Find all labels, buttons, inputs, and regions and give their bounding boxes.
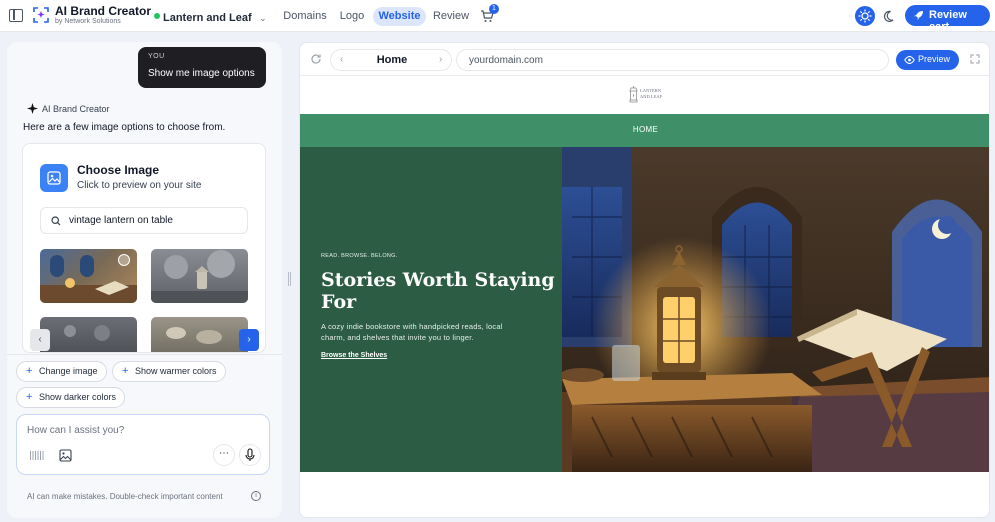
hero-description-line1: A cozy indie bookstore with handpicked r… [321,322,503,331]
card-title: Choose Image [77,163,160,177]
hero-cta-link[interactable]: Browse the Shelves [321,352,387,359]
page-selector[interactable]: ‹ Home › [330,49,452,71]
sparkle-icon [27,103,38,114]
project-selector[interactable]: Lantern and Leaf ⌄ [163,8,267,24]
microphone-button[interactable] [239,444,261,466]
eye-icon [904,55,915,65]
top-bar: AI Brand Creator by Network Solutions La… [0,0,995,33]
hero-headline-line2: For [321,291,357,313]
image-option-thumbnail[interactable] [40,249,137,303]
lantern-logo-icon [629,86,638,103]
sidebar-toggle-icon[interactable] [9,9,23,22]
image-option-thumbnail[interactable] [151,249,248,303]
image-search-input[interactable]: vintage lantern on table [40,207,248,234]
nav-tab-logo[interactable]: Logo [336,7,368,26]
review-cart-label: Review cart [929,9,967,33]
selected-check-icon [118,254,130,266]
nav-tab-website[interactable]: Website [373,7,426,26]
image-option-thumbnail[interactable] [151,317,248,352]
bot-name: AI Brand Creator [42,104,110,114]
panel-resize-handle[interactable] [288,272,291,286]
hero-description-line2: charm, and shelves that invite you to li… [321,333,474,342]
app-title: AI Brand Creator [55,4,152,18]
chevron-right-icon[interactable]: › [439,54,442,65]
logo-text-line1: LANTERN [640,88,661,93]
message-input[interactable]: How can I assist you? [27,425,257,436]
suggestion-label: Show darker colors [39,392,117,402]
review-cart-button[interactable]: Review cart [905,5,990,33]
address-bar[interactable]: yourdomain.com [456,49,889,71]
site-logo: LANTERN AND LEAF [629,85,663,105]
user-message-bubble: YOU Show me image options [138,47,266,88]
suggestion-label: Change image [39,366,98,376]
site-preview-window: ‹ Home › yourdomain.com Preview LANTERN … [299,42,990,518]
hero-headline-line1: Stories Worth Staying [321,269,555,291]
light-mode-button[interactable] [855,6,875,26]
browser-toolbar: ‹ Home › yourdomain.com Preview [300,43,989,76]
current-page: Home [376,54,408,66]
nav-tab-review[interactable]: Review [430,7,472,26]
user-message-text: Show me image options [148,68,255,79]
disclaimer-text: AI can make mistakes. Double-check impor… [27,492,223,501]
nav-tab-domains[interactable]: Domains [280,7,330,26]
divider [7,354,282,355]
info-icon[interactable]: i [251,491,261,501]
suggestion-label: Show warmer colors [135,366,217,376]
project-status-dot [154,13,160,19]
logo-text-line2: AND LEAF [640,94,663,99]
message-composer: How can I assist you? ⋯ [16,414,270,475]
plus-icon: + [26,391,33,403]
preview-button[interactable]: Preview [896,50,959,70]
user-tag: YOU [148,53,165,60]
project-name: Lantern and Leaf [163,12,252,24]
suggestion-change-image[interactable]: + Change image [16,361,107,382]
chevron-down-icon: ⌄ [259,13,267,23]
app-subtitle: by Network Solutions [55,18,121,25]
hero-section: READ. BROWSE. BELONG. Stories Worth Stay… [300,147,989,472]
chat-panel: YOU Show me image options AI Brand Creat… [7,42,282,518]
suggestion-warmer-colors[interactable]: + Show warmer colors [112,361,226,382]
dark-mode-button[interactable] [878,6,898,26]
hero-image [562,147,989,472]
carousel-next-button[interactable]: › [239,329,259,351]
refresh-icon[interactable] [310,53,322,65]
search-value: vintage lantern on table [69,215,173,226]
card-subtitle: Click to preview on your site [77,180,202,191]
plus-icon: + [122,365,129,377]
search-icon [51,216,61,226]
bot-message: Here are a few image options to choose f… [23,122,226,133]
brand-logo-icon [33,7,49,23]
cart-badge: 1 [489,4,499,14]
more-options-button[interactable]: ⋯ [213,444,235,466]
hero-text-panel: READ. BROWSE. BELONG. Stories Worth Stay… [300,147,562,472]
url-text: yourdomain.com [469,55,543,66]
hero-eyebrow: READ. BROWSE. BELONG. [321,253,398,259]
image-upload-icon[interactable] [59,449,72,462]
plus-icon: + [26,365,33,377]
rocket-icon [914,11,923,20]
carousel-prev-button[interactable]: ‹ [30,329,50,351]
suggestion-darker-colors[interactable]: + Show darker colors [16,387,126,408]
expand-icon[interactable] [970,54,980,64]
barcode-icon[interactable] [30,451,44,460]
site-nav-home[interactable]: HOME [300,125,989,134]
image-option-thumbnail[interactable] [40,317,137,352]
site-nav-bar: HOME [300,114,989,147]
choose-image-card: Choose Image Click to preview on your si… [22,143,266,353]
image-icon [40,164,68,192]
preview-label: Preview [918,54,951,64]
